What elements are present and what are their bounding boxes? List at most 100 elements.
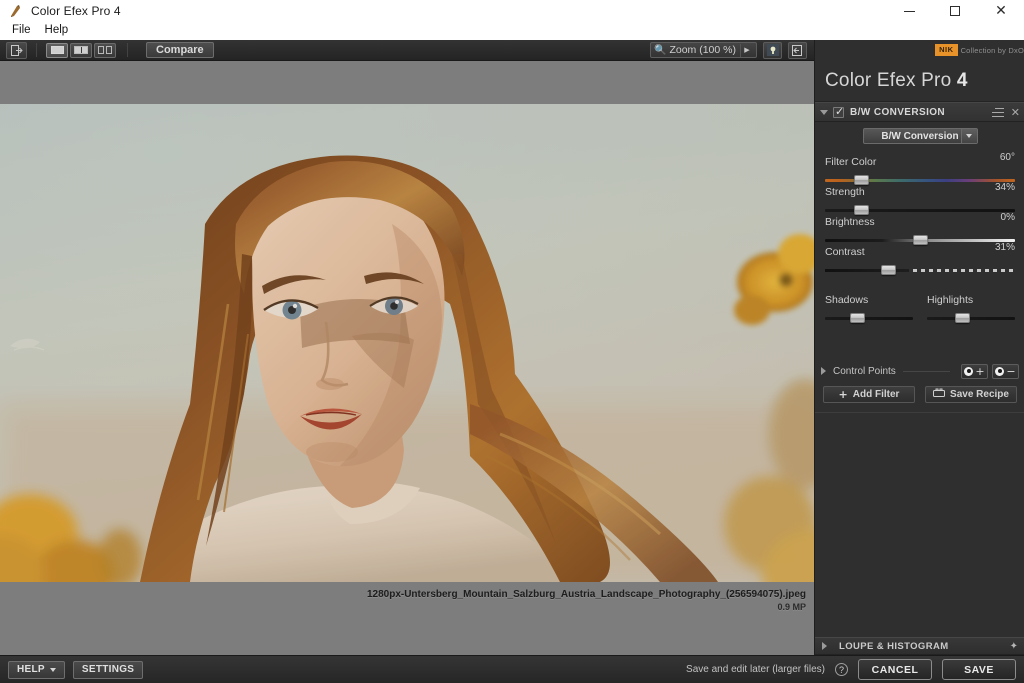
export-image-button[interactable] <box>6 42 27 59</box>
slider-contrast-value: 31% <box>995 242 1015 253</box>
control-point-add-sign: + <box>975 366 984 377</box>
save-button[interactable]: SAVE <box>942 659 1016 680</box>
menu-item-file[interactable]: File <box>5 24 38 38</box>
control-points-label: Control Points <box>833 366 896 377</box>
single-view-icon <box>51 46 64 54</box>
maximize-icon <box>950 6 960 16</box>
side-by-side-view-icon <box>98 46 112 54</box>
control-point-add-button[interactable]: + <box>961 364 988 379</box>
toolbar-right-group: 🔍 Zoom (100 %) ▶ <box>650 42 814 59</box>
control-point-remove-button[interactable]: − <box>992 364 1019 379</box>
filter-enabled-checkbox[interactable] <box>833 107 844 118</box>
control-points-row: Control Points + − <box>815 362 1024 380</box>
preset-dropdown[interactable]: B/W Conversion <box>863 128 978 144</box>
add-filter-button[interactable]: + Add Filter <box>823 386 915 403</box>
slider-highlights-knob[interactable] <box>955 313 970 323</box>
pin-icon[interactable]: ✦ <box>1010 641 1018 652</box>
control-point-add-icon <box>964 367 973 376</box>
slider-contrast-knob[interactable] <box>881 265 896 275</box>
menu-bar: File Help <box>0 22 1024 40</box>
window-title: Color Efex Pro 4 <box>31 4 121 18</box>
chevron-right-icon[interactable] <box>822 642 827 650</box>
nik-brand: NIK Collection by DxO <box>935 42 1024 58</box>
slider-contrast-track[interactable] <box>825 269 1015 272</box>
application-window: Color Efex Pro 4 ✕ File Help <box>0 0 1024 683</box>
nik-brand-text: Collection by DxO <box>961 46 1024 55</box>
filter-title: B/W CONVERSION <box>850 107 945 118</box>
loupe-histogram-section[interactable]: LOUPE & HISTOGRAM ✦ <box>815 637 1024 655</box>
photo-image <box>0 104 814 582</box>
window-controls: ✕ <box>886 0 1024 22</box>
image-megapixels: 0.9 MP <box>367 601 806 614</box>
collapse-panel-button[interactable] <box>788 42 807 59</box>
slider-shadows-track[interactable] <box>825 317 913 320</box>
filter-header-bw-conversion[interactable]: B/W CONVERSION ✕ <box>815 102 1024 122</box>
settings-button[interactable]: SETTINGS <box>73 661 143 679</box>
image-canvas[interactable]: 1280px-Untersberg_Mountain_Salzburg_Aust… <box>0 61 814 655</box>
view-mode-single-button[interactable] <box>46 43 68 58</box>
slider-shadows-label: Shadows <box>825 294 868 306</box>
settings-label: SETTINGS <box>82 664 134 675</box>
recipe-icon <box>933 388 945 401</box>
chevron-right-icon[interactable] <box>821 367 826 375</box>
help-button[interactable]: HELP <box>8 661 65 679</box>
panel-app-title: Color Efex Pro 4 <box>825 70 968 92</box>
slider-contrast-label: Contrast <box>825 246 865 258</box>
maximize-button[interactable] <box>932 0 978 22</box>
help-label: HELP <box>17 664 45 675</box>
slider-brightness-label: Brightness <box>825 216 875 228</box>
minimize-button[interactable] <box>886 0 932 22</box>
filter-close-icon[interactable]: ✕ <box>1011 107 1020 118</box>
nik-badge: NIK <box>935 44 957 56</box>
slider-highlights-track[interactable] <box>927 317 1015 320</box>
slider-strength-value: 34% <box>995 182 1015 193</box>
close-button[interactable]: ✕ <box>978 0 1024 22</box>
slider-strength: 34% Strength <box>825 182 1015 212</box>
control-points-rule <box>903 371 950 372</box>
cancel-button[interactable]: CANCEL <box>858 659 932 680</box>
slider-brightness: 0% Brightness <box>825 212 1015 242</box>
chevron-down-icon <box>50 668 56 672</box>
zoom-control[interactable]: 🔍 Zoom (100 %) ▶ <box>650 42 757 58</box>
view-mode-split-button[interactable] <box>70 43 92 58</box>
slider-filter-color-value: 60° <box>1000 152 1015 163</box>
minimize-icon <box>904 11 915 12</box>
compare-button[interactable]: Compare <box>146 42 214 58</box>
loupe-toggle-button[interactable] <box>763 42 782 59</box>
view-mode-group <box>46 43 118 58</box>
list-menu-icon[interactable] <box>992 108 1004 117</box>
zoom-level-label: Zoom (100 %) <box>669 44 736 56</box>
slider-brightness-value: 0% <box>1001 212 1015 223</box>
question-mark-icon[interactable]: ? <box>835 663 848 676</box>
save-recipe-button[interactable]: Save Recipe <box>925 386 1017 403</box>
loupe-histogram-label: LOUPE & HISTOGRAM <box>839 641 949 652</box>
bottom-bar: HELP SETTINGS Save and edit later (large… <box>0 655 1024 683</box>
editor-toolbar: Compare 🔍 Zoom (100 %) ▶ <box>0 40 814 61</box>
close-icon: ✕ <box>995 4 1007 18</box>
filter-panel: NIK Collection by DxO Color Efex Pro 4 B… <box>814 40 1024 683</box>
window-title-bar: Color Efex Pro 4 ✕ <box>0 0 1024 22</box>
slider-shadows-knob[interactable] <box>850 313 865 323</box>
preset-dropdown-button[interactable] <box>961 129 977 143</box>
slider-strength-label: Strength <box>825 186 865 198</box>
save-recipe-label: Save Recipe <box>950 389 1009 400</box>
add-filter-label: Add Filter <box>853 389 900 400</box>
image-filename: 1280px-Untersberg_Mountain_Salzburg_Aust… <box>367 588 806 601</box>
filter-header-actions: ✕ <box>992 107 1020 118</box>
plus-icon: + <box>839 388 848 401</box>
panel-separator <box>815 412 1024 413</box>
chevron-down-icon[interactable] <box>820 110 828 115</box>
app-icon <box>8 4 24 18</box>
view-mode-side-by-side-button[interactable] <box>94 43 116 58</box>
split-view-icon <box>74 46 88 54</box>
photo-viewport[interactable] <box>0 104 814 582</box>
toolbar-separator <box>36 43 37 57</box>
filter-actions-row: + Add Filter Save Recipe <box>815 386 1024 403</box>
chevron-down-icon <box>966 134 972 138</box>
panel-app-version: 4 <box>957 70 968 91</box>
slider-filter-color: 60° Filter Color <box>825 152 1015 182</box>
menu-item-help[interactable]: Help <box>38 24 76 38</box>
zoom-expand-icon[interactable]: ▶ <box>740 44 753 57</box>
save-note-label: Save and edit later (larger files) <box>686 664 825 675</box>
slider-highlights: Highlights <box>927 290 1015 320</box>
